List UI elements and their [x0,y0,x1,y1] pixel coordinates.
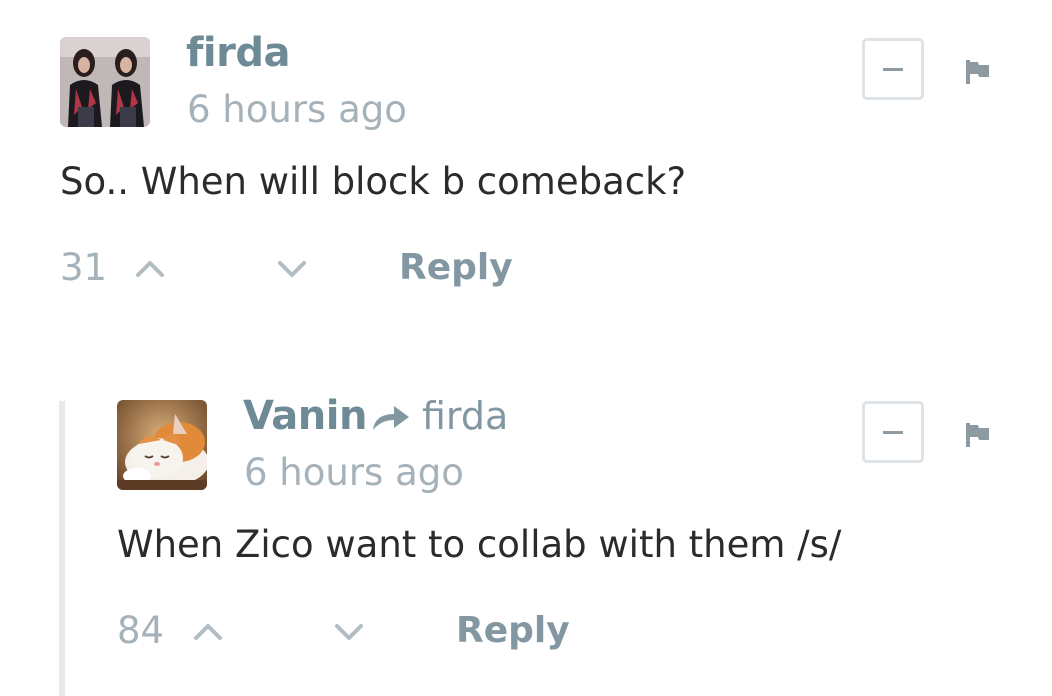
collapse-button[interactable] [862,38,924,100]
comment-text: When Zico want to collab with them /s/ [117,523,842,566]
minus-icon [883,431,903,434]
flag-icon[interactable] [964,58,992,86]
comment-firda: firda 6 hours ago So.. When will block b… [0,0,1052,330]
avatar[interactable] [117,400,207,490]
author-name[interactable]: firda [186,33,290,73]
comment-vanin: Vanin firda 6 hours ago When Zico want t… [100,390,1052,696]
downvote-icon[interactable] [333,619,365,643]
in-reply-to-name[interactable]: firda [422,397,508,435]
upvote-count: 84 [117,609,165,652]
thread-line [59,401,65,696]
reply-button[interactable]: Reply [456,613,570,649]
avatar[interactable] [60,37,150,127]
reply-arrow-icon [370,398,412,434]
flag-icon[interactable] [964,421,992,449]
comment-text: So.. When will block b comeback? [60,160,687,203]
upvote-count: 31 [60,246,108,289]
upvote-icon[interactable] [134,256,166,280]
upvote-icon[interactable] [192,619,224,643]
author-name[interactable]: Vanin [243,396,367,436]
downvote-icon[interactable] [276,256,308,280]
reply-button[interactable]: Reply [399,250,513,286]
timestamp[interactable]: 6 hours ago [187,91,407,128]
minus-icon [883,68,903,71]
timestamp[interactable]: 6 hours ago [244,454,464,491]
collapse-button[interactable] [862,401,924,463]
